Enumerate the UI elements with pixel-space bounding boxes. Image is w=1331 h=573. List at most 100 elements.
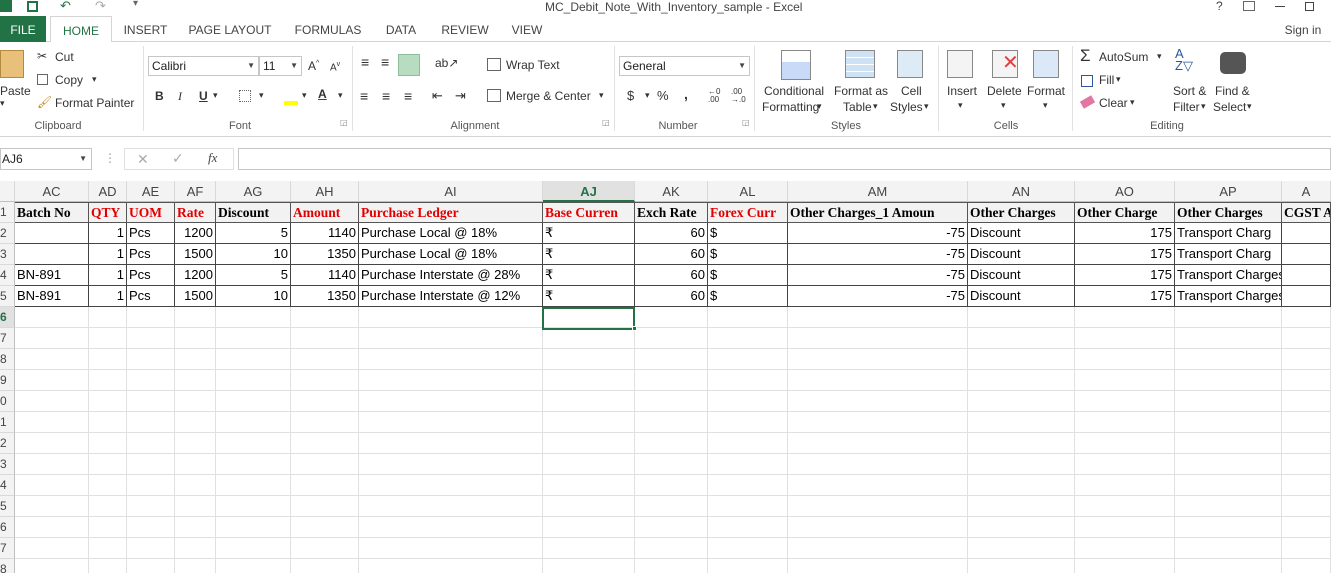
row-header[interactable]: 3 <box>0 454 15 475</box>
table-cell[interactable] <box>1175 559 1282 573</box>
table-cell[interactable] <box>968 475 1075 496</box>
table-cell[interactable] <box>1175 349 1282 370</box>
table-cell[interactable]: Discount <box>968 286 1075 307</box>
align-center-icon[interactable]: ≡ <box>382 88 390 104</box>
cell-styles-dropdown-icon[interactable]: ▾ <box>924 101 929 112</box>
minimize-icon[interactable] <box>1275 6 1285 7</box>
header-cell[interactable]: Amount <box>291 202 359 223</box>
table-cell[interactable] <box>216 370 291 391</box>
percent-button[interactable]: % <box>657 88 669 103</box>
table-cell[interactable] <box>15 412 89 433</box>
table-cell[interactable] <box>89 538 127 559</box>
table-cell[interactable]: BN-891 <box>15 265 89 286</box>
insert-button[interactable]: Insert <box>947 84 977 98</box>
table-cell[interactable] <box>788 307 968 328</box>
table-cell[interactable] <box>216 496 291 517</box>
alignment-dialog-launcher-icon[interactable]: ◲ <box>602 118 610 127</box>
table-cell[interactable] <box>635 559 708 573</box>
paste-dropdown-icon[interactable]: ▾ <box>0 98 5 109</box>
row-header[interactable]: 2 <box>0 223 15 244</box>
conditional-dropdown-icon[interactable]: ▾ <box>817 101 822 112</box>
table-cell[interactable] <box>15 223 89 244</box>
table-cell[interactable] <box>216 349 291 370</box>
currency-button[interactable]: $ <box>627 88 634 103</box>
table-cell[interactable]: 1 <box>89 244 127 265</box>
column-header-ah[interactable]: AH <box>291 181 359 202</box>
table-cell[interactable]: Transport Charges <box>1175 286 1282 307</box>
find-select-icon[interactable] <box>1220 52 1246 74</box>
table-cell[interactable]: -75 <box>788 244 968 265</box>
table-cell[interactable] <box>127 412 175 433</box>
table-cell[interactable] <box>291 433 359 454</box>
table-cell[interactable] <box>216 433 291 454</box>
header-cell[interactable]: Batch No <box>15 202 89 223</box>
font-name-select[interactable]: Calibri ▼ <box>148 56 259 76</box>
tab-file[interactable]: FILE <box>0 16 46 42</box>
table-cell[interactable] <box>291 538 359 559</box>
help-icon[interactable]: ? <box>1216 0 1223 13</box>
table-cell[interactable]: 1140 <box>291 265 359 286</box>
table-cell[interactable]: 1 <box>89 223 127 244</box>
paste-icon[interactable] <box>0 50 24 78</box>
table-cell[interactable] <box>89 391 127 412</box>
table-cell[interactable] <box>635 412 708 433</box>
sort-dropdown-icon[interactable]: ▾ <box>1201 101 1206 112</box>
cut-button[interactable]: Cut <box>55 50 74 64</box>
table-cell[interactable] <box>788 475 968 496</box>
table-cell[interactable] <box>216 559 291 573</box>
table-cell[interactable] <box>175 391 216 412</box>
row-header[interactable]: 7 <box>0 328 15 349</box>
table-cell[interactable] <box>635 328 708 349</box>
borders-icon[interactable] <box>239 90 251 102</box>
table-cell[interactable] <box>1175 496 1282 517</box>
tab-page-layout[interactable]: PAGE LAYOUT <box>184 16 276 42</box>
number-format-select[interactable]: General ▼ <box>619 56 750 76</box>
row-header[interactable]: 4 <box>0 475 15 496</box>
row-header[interactable]: 6 <box>0 517 15 538</box>
redo-icon[interactable]: ↷ <box>95 0 106 14</box>
table-cell[interactable] <box>89 349 127 370</box>
align-bottom-icon[interactable] <box>398 54 420 76</box>
align-right-icon[interactable]: ≡ <box>404 88 412 104</box>
font-dialog-launcher-icon[interactable]: ◲ <box>340 118 348 127</box>
table-cell[interactable]: -75 <box>788 223 968 244</box>
header-cell[interactable]: Discount <box>216 202 291 223</box>
table-cell[interactable]: Pcs <box>127 265 175 286</box>
table-cell[interactable] <box>127 307 175 328</box>
find-select-line1[interactable]: Find & <box>1215 84 1250 98</box>
table-cell[interactable] <box>291 454 359 475</box>
table-cell[interactable] <box>127 454 175 475</box>
table-cell[interactable] <box>1075 307 1175 328</box>
table-cell[interactable] <box>543 559 635 573</box>
autosum-icon[interactable]: Σ <box>1080 46 1091 66</box>
table-cell[interactable] <box>127 517 175 538</box>
column-header-al[interactable]: AL <box>708 181 788 202</box>
tab-formulas[interactable]: FORMULAS <box>288 16 368 42</box>
table-cell[interactable] <box>543 391 635 412</box>
table-cell[interactable] <box>788 370 968 391</box>
table-cell[interactable]: ₹ <box>543 265 635 286</box>
table-cell[interactable] <box>127 538 175 559</box>
table-cell[interactable] <box>1282 517 1331 538</box>
column-header-ae[interactable]: AE <box>127 181 175 202</box>
fill-icon[interactable] <box>1081 75 1093 87</box>
column-header-af[interactable]: AF <box>175 181 216 202</box>
table-cell[interactable]: Discount <box>968 265 1075 286</box>
table-cell[interactable] <box>1175 475 1282 496</box>
enter-icon[interactable]: ✓ <box>172 150 184 167</box>
table-cell[interactable]: 1500 <box>175 244 216 265</box>
table-cell[interactable] <box>291 349 359 370</box>
table-cell[interactable] <box>359 454 543 475</box>
conditional-formatting-line1[interactable]: Conditional <box>764 84 824 98</box>
format-cells-icon[interactable] <box>1033 50 1059 78</box>
conditional-formatting-icon[interactable] <box>781 50 811 80</box>
table-cell[interactable]: 1200 <box>175 265 216 286</box>
table-cell[interactable] <box>708 559 788 573</box>
table-cell[interactable] <box>216 517 291 538</box>
table-cell[interactable] <box>1282 349 1331 370</box>
table-cell[interactable] <box>543 517 635 538</box>
table-cell[interactable] <box>216 391 291 412</box>
table-cell[interactable] <box>175 475 216 496</box>
table-cell[interactable] <box>127 559 175 573</box>
table-cell[interactable] <box>1282 307 1331 328</box>
